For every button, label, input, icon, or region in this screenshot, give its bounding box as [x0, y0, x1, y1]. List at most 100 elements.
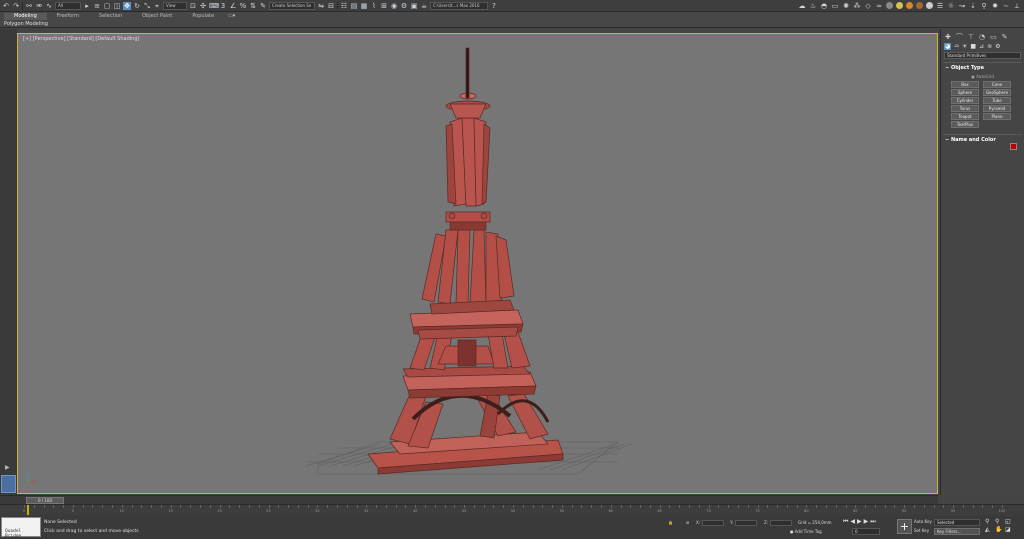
x-field[interactable]	[702, 520, 725, 526]
cameras-icon[interactable]: ■	[970, 43, 976, 50]
systems-icon[interactable]: ⚙	[995, 43, 1000, 50]
tab-object-paint[interactable]: Object Paint	[132, 13, 182, 20]
maximize-viewport-icon[interactable]: ◪	[1005, 526, 1014, 533]
field-of-view-icon[interactable]: ◭	[985, 526, 994, 533]
torus-button[interactable]: Torus	[951, 105, 979, 112]
time-slider[interactable]: 0 / 100	[0, 495, 938, 504]
teapot-button[interactable]: Teapot	[951, 113, 979, 120]
layer-explorer-icon[interactable]: ▤	[350, 2, 358, 10]
autogrid-checkbox[interactable]: ▣ AutoGrid	[943, 74, 1022, 79]
cylinder-button[interactable]: Cylinder	[951, 97, 979, 104]
redo-icon[interactable]: ↷	[12, 2, 20, 10]
render-production-icon[interactable]: ☕	[420, 2, 428, 10]
deflector-icon[interactable]: ⟂	[1013, 2, 1021, 10]
time-slider-thumb[interactable]: 0 / 100	[26, 497, 64, 504]
mirror-icon[interactable]: ⇋	[317, 2, 325, 10]
cloud-icon[interactable]: ☁	[798, 2, 806, 10]
brown-sphere-icon[interactable]	[916, 1, 923, 9]
wind-icon[interactable]: ↝	[958, 2, 966, 10]
region-select-icon[interactable]: ▢	[103, 2, 111, 10]
sky-icon[interactable]: ☼	[947, 2, 955, 10]
named-selection-dropdown[interactable]: Create Selection Se	[269, 1, 315, 10]
orange-sphere-icon[interactable]	[906, 1, 913, 9]
play-icon[interactable]: ▶	[857, 518, 862, 526]
undo-icon[interactable]: ↶	[2, 2, 10, 10]
pyramid-button[interactable]: Pyramid	[983, 105, 1011, 112]
goto-start-icon[interactable]: ⏮	[843, 518, 848, 526]
utilities-tab-icon[interactable]: ✎	[1002, 34, 1008, 41]
window-crossing-icon[interactable]: ◫	[113, 2, 121, 10]
select-object-icon[interactable]: ▸	[83, 2, 91, 10]
cone-button[interactable]: Cone	[983, 81, 1011, 88]
expand-viewport-icon[interactable]: ▶	[5, 464, 10, 471]
key-filters-button[interactable]: Key Filters...	[934, 528, 980, 535]
box-button[interactable]: Box	[951, 81, 979, 88]
link-icon[interactable]: ⚯	[25, 2, 33, 10]
add-time-tag[interactable]: ● Add Time Tag	[790, 529, 822, 534]
gravity-icon[interactable]: ⇣	[969, 2, 977, 10]
primitive-category-dropdown[interactable]: Standard Primitives	[944, 52, 1021, 59]
lock-selection-icon[interactable]: 🔒	[668, 520, 673, 525]
wave-icon[interactable]: ∼	[1002, 2, 1010, 10]
previous-frame-icon[interactable]: ◀	[850, 518, 855, 526]
reference-coordinate-dropdown[interactable]: View	[163, 1, 187, 10]
light-icon[interactable]: ✺	[842, 2, 850, 10]
select-by-name-icon[interactable]: ≡	[93, 2, 101, 10]
object-type-title[interactable]: − Object Type	[943, 63, 1022, 73]
zoom-extents-icon[interactable]: ◱	[1005, 518, 1014, 525]
graphite-toggle-icon[interactable]: ▦	[360, 2, 368, 10]
plane-button[interactable]: Plane	[983, 113, 1011, 120]
lights-icon[interactable]: ☀	[962, 43, 967, 50]
pivot-center-icon[interactable]: ⊡	[189, 2, 197, 10]
select-and-scale-icon[interactable]: ⤡	[143, 2, 151, 10]
tab-modeling[interactable]: Modeling	[4, 13, 47, 20]
render-setup-icon[interactable]: ⚙	[400, 2, 408, 10]
shapes-icon[interactable]: ⌓	[954, 42, 959, 50]
pan-icon[interactable]: ✋	[995, 526, 1004, 533]
spacewarp-icon[interactable]: ≈	[875, 2, 883, 10]
bomb-icon[interactable]: ✹	[991, 2, 999, 10]
create-tab-icon[interactable]: ✚	[945, 34, 951, 41]
angle-snap-icon[interactable]: ∠	[229, 2, 237, 10]
keyboard-shortcut-icon[interactable]: ⌨	[209, 2, 219, 10]
particle-icon[interactable]: ⁂	[853, 2, 861, 10]
tab-populate[interactable]: Populate	[182, 13, 224, 20]
tube-button[interactable]: Tube	[983, 97, 1011, 104]
ribbon-toggle-icon[interactable]: ▭▾	[228, 13, 235, 20]
helpers-icon[interactable]: ⊿	[979, 43, 984, 50]
schematic-view-icon[interactable]: ⊞	[380, 2, 388, 10]
viewport-layout-tab[interactable]	[1, 475, 16, 493]
geometry-icon[interactable]: ◕	[944, 42, 952, 50]
geosphere-button[interactable]: GeoSphere	[983, 89, 1011, 96]
current-frame-field[interactable]: 0	[852, 528, 880, 535]
perspective-viewport[interactable]: [+] [Perspective] [Standard] [Default Sh…	[17, 33, 938, 494]
rendered-frame-icon[interactable]: ▣	[410, 2, 418, 10]
zoom-all-icon[interactable]: ⚲	[995, 518, 1004, 525]
eiffel-tower-model[interactable]	[18, 34, 938, 494]
selection-filter-dropdown[interactable]: All	[55, 1, 81, 10]
teapot-icon[interactable]: ♨	[809, 2, 817, 10]
maxscript-listener[interactable]: Quadel Bridge	[1, 517, 41, 539]
textplus-button[interactable]: TextPlus	[951, 121, 979, 128]
tab-freeform[interactable]: Freeform	[47, 13, 89, 20]
spacewarps-icon[interactable]: ≋	[987, 43, 992, 50]
bind-spacewarp-icon[interactable]: ∿	[45, 2, 53, 10]
key-selection-dropdown[interactable]: Selected	[934, 519, 980, 526]
modify-tab-icon[interactable]: ⌒	[956, 34, 963, 41]
scene-explorer-icon[interactable]: ☷	[340, 2, 348, 10]
workspace-dropdown[interactable]: C:\Users\t...s Max 2016	[430, 1, 488, 10]
render-icon[interactable]: ◓	[820, 2, 828, 10]
yellow-sphere-icon[interactable]	[896, 1, 903, 9]
sphere-icon[interactable]	[886, 1, 893, 9]
y-field[interactable]	[735, 520, 758, 526]
helper-icon[interactable]: ◇	[864, 2, 872, 10]
help-icon[interactable]: ?	[490, 2, 498, 10]
curve-editor-icon[interactable]: ⌇	[370, 2, 378, 10]
goto-end-icon[interactable]: ⏭	[870, 518, 875, 526]
ribbon-panel-label[interactable]: Polygon Modeling	[4, 21, 48, 27]
zoom-icon[interactable]: ⚲	[985, 518, 994, 525]
unlink-icon[interactable]: ⚮	[35, 2, 43, 10]
edit-named-selection-icon[interactable]: ✎	[259, 2, 267, 10]
select-and-rotate-icon[interactable]: ↻	[133, 2, 141, 10]
display-tab-icon[interactable]: ▭	[990, 34, 997, 41]
